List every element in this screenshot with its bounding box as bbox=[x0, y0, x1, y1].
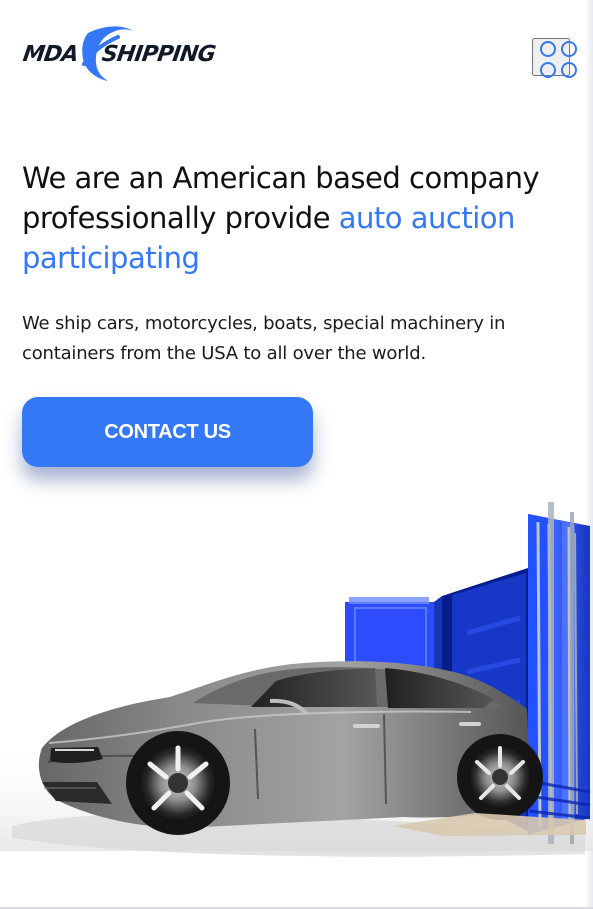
menu-dot-icon bbox=[561, 62, 577, 78]
homepage: MDA SHIPPING We are an American based co… bbox=[0, 0, 593, 909]
menu-dot-icon bbox=[540, 41, 556, 57]
logo-word-right: SHIPPING bbox=[100, 42, 217, 67]
car-container-illustration-icon bbox=[0, 502, 593, 857]
contact-us-button[interactable]: CONTACT US bbox=[22, 397, 313, 467]
menu-dot-icon bbox=[561, 41, 577, 57]
menu-dot-icon bbox=[540, 62, 556, 78]
menu-button[interactable] bbox=[532, 38, 577, 78]
hero-description: We ship cars, motorcycles, boats, specia… bbox=[22, 313, 506, 364]
gray-sedan bbox=[38, 661, 543, 835]
logo-word-left: MDA bbox=[21, 42, 80, 67]
mda-shipping-logo[interactable]: MDA SHIPPING bbox=[21, 24, 224, 86]
hero-title: We are an American based company profess… bbox=[22, 158, 562, 278]
